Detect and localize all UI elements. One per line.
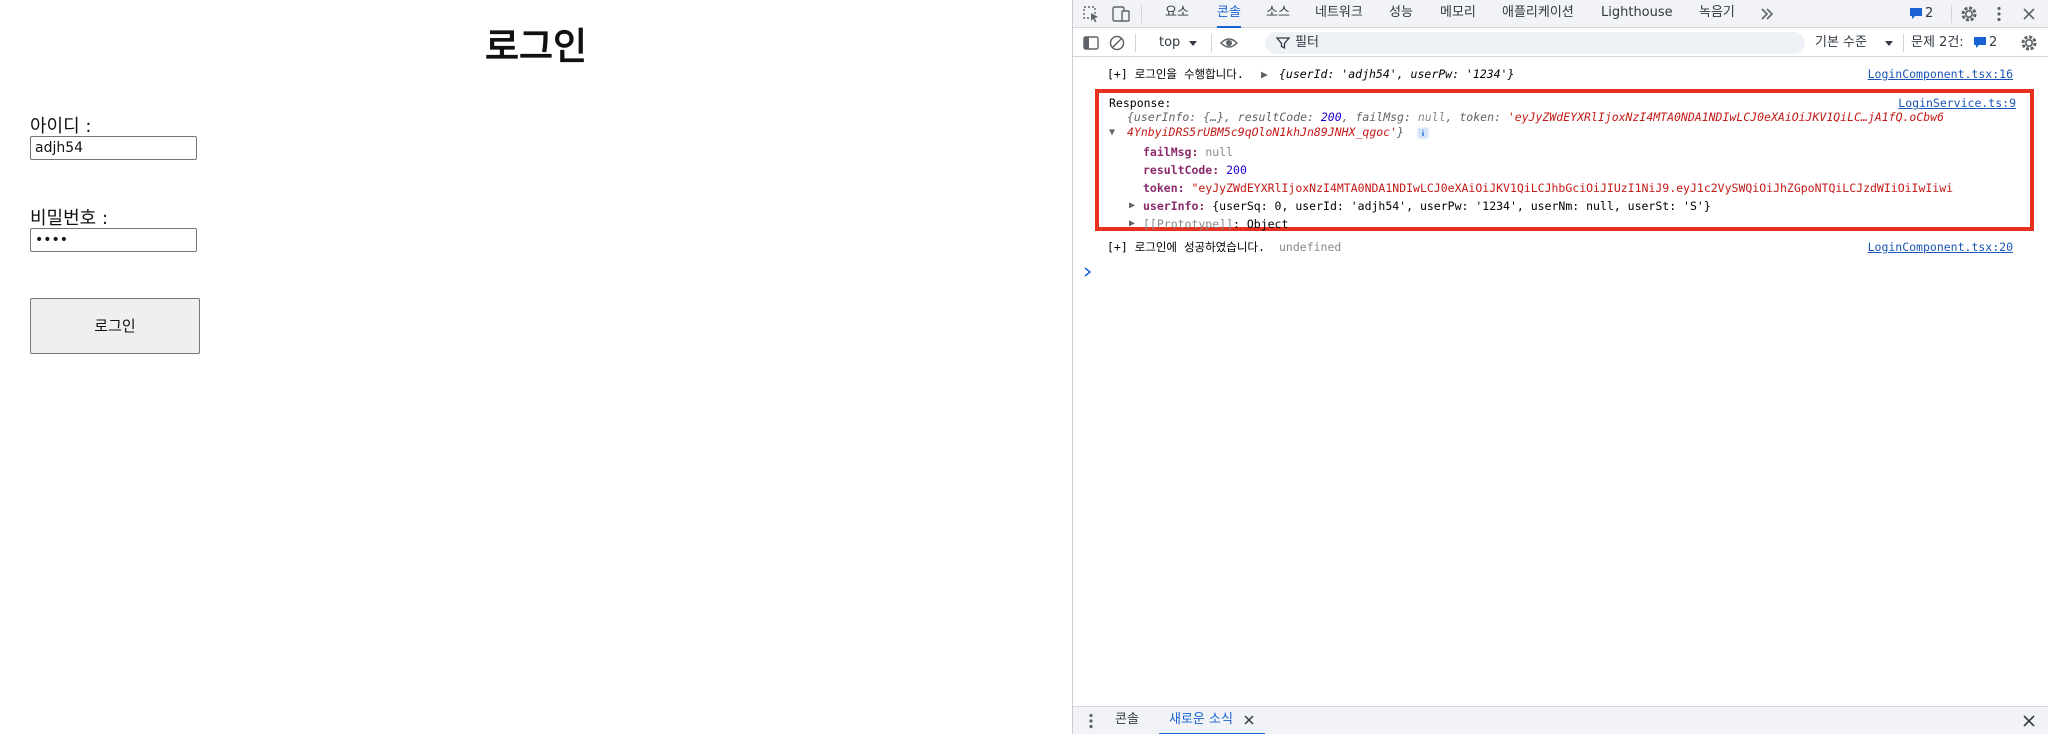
tab-elements[interactable]: 요소 (1165, 0, 1189, 28)
response-summary-cont: 4YnbyiDRS5rUBM5c9qOloN1khJn89JNHX_qgoc'} (1127, 125, 1429, 140)
prop-userInfo[interactable]: userInfo: {userSq: 0, userId: 'adjh54', … (1143, 198, 1711, 214)
log-level-chevron-icon[interactable] (1879, 33, 1899, 53)
expand-prototype-icon[interactable]: ▶ (1129, 216, 1135, 232)
live-expression-eye-icon[interactable] (1219, 33, 1239, 53)
tab-recorder[interactable]: 녹음기 (1699, 0, 1735, 28)
settings-gear-icon[interactable] (1959, 4, 1979, 24)
response-label: Response: (1109, 96, 1172, 110)
info-icon[interactable] (1417, 127, 1429, 139)
sidebar-toggle-icon[interactable] (1081, 33, 1101, 53)
expand-userinfo-icon[interactable]: ▶ (1129, 198, 1135, 214)
tab-network[interactable]: 네트워크 (1315, 0, 1363, 28)
more-tabs-icon[interactable] (1757, 4, 1777, 24)
tab-sources[interactable]: 소스 (1266, 0, 1290, 28)
drawer-toolbar: 콘솔 새로운 소식 (1073, 706, 2048, 734)
filter-funnel-icon (1275, 37, 1291, 50)
issues-icon[interactable] (1971, 33, 1991, 53)
drawer-menu-icon[interactable] (1081, 711, 1101, 731)
close-tab-icon[interactable] (1243, 714, 1255, 726)
tab-lighthouse[interactable]: Lighthouse (1601, 0, 1673, 28)
prop-failMsg: failMsg: null (1143, 145, 1234, 159)
log-message: [+] 로그인에 성공하였습니다. (1107, 240, 1265, 254)
inspect-element-icon[interactable] (1081, 4, 1101, 24)
issues-badge-icon[interactable] (1907, 4, 1927, 24)
login-page: 로그인 아이디 : 비밀번호 : 로그인 (0, 0, 1072, 734)
password-label: 비밀번호 : (30, 208, 109, 229)
clear-console-icon[interactable] (1107, 33, 1127, 53)
log-level-selector[interactable]: 기본 수준 (1815, 29, 1867, 57)
drawer-tab-console[interactable]: 콘솔 (1115, 707, 1139, 734)
close-drawer-icon[interactable] (2019, 711, 2039, 731)
log-line-3: [+] 로그인에 성공하였습니다. undefined LoginCompone… (1073, 237, 2048, 257)
page-title: 로그인 (484, 25, 588, 68)
device-toolbar-icon[interactable] (1111, 4, 1131, 24)
prop-token: token: "eyJyZWdEYXRlIjoxNzI4MTA0NDA1NDIw… (1143, 181, 1954, 195)
response-source-link[interactable]: LoginService.ts:9 (1898, 95, 2016, 111)
tab-performance[interactable]: 성능 (1389, 0, 1413, 28)
kebab-menu-icon[interactable] (1989, 4, 2009, 24)
password-input[interactable] (30, 228, 197, 252)
collapse-triangle-icon[interactable]: ▼ (1109, 125, 1115, 140)
console-settings-gear-icon[interactable] (2019, 33, 2039, 53)
id-input[interactable] (30, 136, 197, 160)
expand-triangle-icon[interactable]: ▶ (1261, 64, 1268, 84)
tab-application[interactable]: 애플리케이션 (1502, 0, 1574, 28)
response-summary[interactable]: {userInfo: {…}, resultCode: 200, failMsg… (1127, 110, 1944, 125)
prop-prototype[interactable]: [[Prototype]]: Object (1143, 216, 1288, 232)
console-filter-bar: top 필터 기본 수준 문제 2건: 2 (1073, 29, 2048, 57)
log-message: [+] 로그인을 수행합니다. (1107, 67, 1244, 81)
login-button[interactable]: 로그인 (30, 298, 200, 354)
drawer-tab-whats-new[interactable]: 새로운 소식 (1159, 707, 1266, 734)
id-label: 아이디 : (30, 116, 92, 137)
log-object[interactable]: {userId: 'adjh54', userPw: '1234'} (1279, 64, 1514, 84)
log-value: undefined (1279, 240, 1342, 254)
close-devtools-icon[interactable] (2019, 4, 2039, 24)
source-link[interactable]: LoginComponent.tsx:20 (1868, 237, 2013, 257)
issues-label[interactable]: 문제 2건: (1911, 29, 1964, 57)
response-highlight-box: Response: LoginService.ts:9 {userInfo: {… (1095, 89, 2034, 231)
source-link[interactable]: LoginComponent.tsx:16 (1868, 64, 2013, 84)
devtools-panel: 요소 콘솔 소스 네트워크 성능 메모리 애플리케이션 Lighthouse 녹… (1072, 0, 2048, 734)
issues-count[interactable]: 2 (1989, 29, 1997, 57)
tab-console[interactable]: 콘솔 (1217, 0, 1241, 28)
chevron-down-icon[interactable] (1183, 33, 1203, 53)
issues-badge-count[interactable]: 2 (1925, 0, 1933, 28)
tab-memory[interactable]: 메모리 (1440, 0, 1476, 28)
log-line-1: [+] 로그인을 수행합니다. ▶ {userId: 'adjh54', use… (1073, 64, 2048, 84)
console-prompt-icon[interactable] (1083, 266, 1093, 278)
filter-placeholder: 필터 (1295, 35, 1319, 50)
filter-input[interactable]: 필터 (1265, 32, 1805, 54)
context-selector[interactable]: top (1159, 29, 1180, 57)
devtools-main-toolbar: 요소 콘솔 소스 네트워크 성능 메모리 애플리케이션 Lighthouse 녹… (1073, 0, 2048, 28)
prop-resultCode: resultCode: 200 (1143, 163, 1247, 177)
